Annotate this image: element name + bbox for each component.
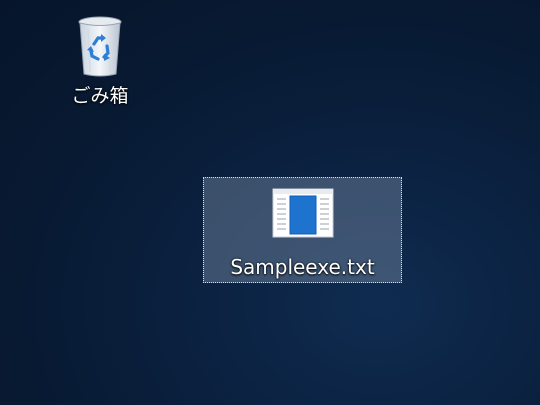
file-sampleexe-label: Sampleexe.txt [230,255,375,279]
desktop[interactable]: ごみ箱 Sampleexe.txt [0,0,540,405]
recycle-bin-label: ごみ箱 [71,85,129,107]
recycle-bin-shortcut[interactable]: ごみ箱 [55,12,145,116]
application-window-icon [272,188,333,238]
file-sampleexe-shortcut[interactable]: Sampleexe.txt [203,177,402,283]
recycle-bin-icon [78,16,122,77]
